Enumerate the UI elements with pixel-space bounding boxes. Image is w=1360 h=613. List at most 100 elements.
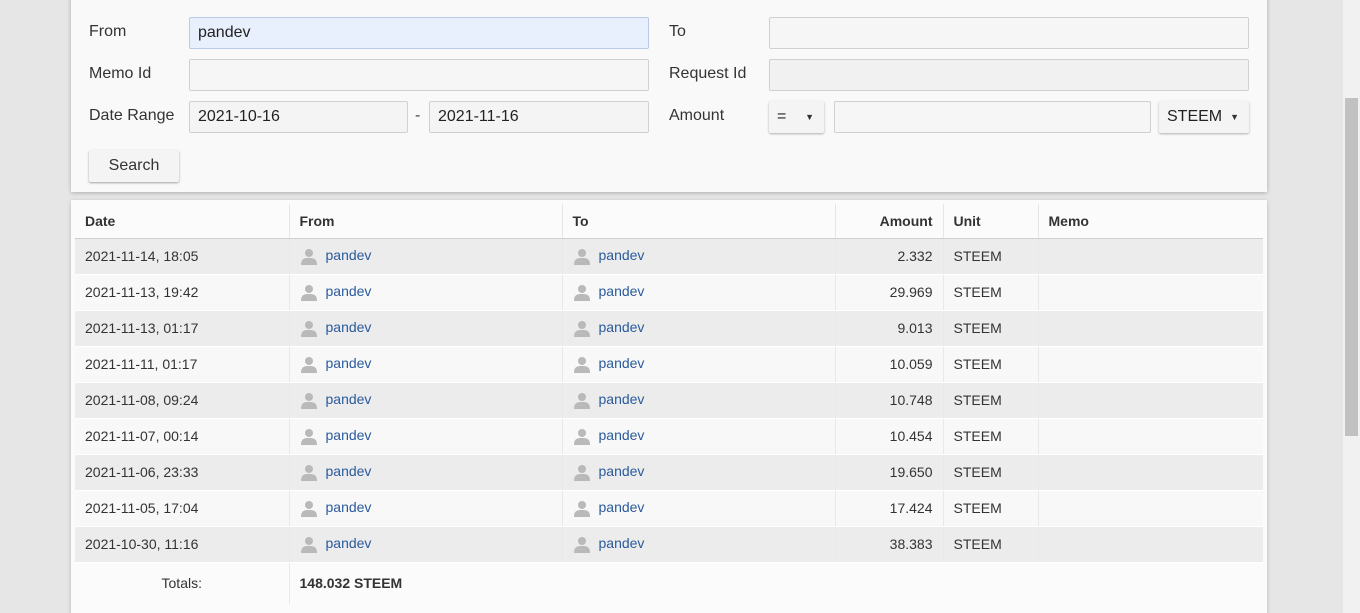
search-button[interactable]: Search xyxy=(89,150,179,182)
amount-operator-select[interactable]: = ▼ xyxy=(769,101,824,133)
row-from[interactable]: pandev xyxy=(289,238,563,275)
row-memo xyxy=(1038,490,1263,527)
user-icon xyxy=(573,500,590,517)
scrollbar-thumb[interactable] xyxy=(1345,98,1358,436)
amount-operator-value: = xyxy=(777,108,787,125)
user-icon xyxy=(300,428,317,445)
table-body: 2021-11-14, 18:05 pandev pandev 2.332 ST… xyxy=(75,238,1263,604)
row-to[interactable]: pandev xyxy=(562,382,836,419)
user-icon xyxy=(573,356,590,373)
date-from-input[interactable]: 2021-10-16 xyxy=(189,101,408,133)
search-form-card: From pandev To Memo Id Request Id Date R… xyxy=(71,0,1267,192)
amount-unit-select[interactable]: STEEM ▼ xyxy=(1159,101,1249,133)
to-user-link[interactable]: pandev xyxy=(599,355,645,371)
from-user-link[interactable]: pandev xyxy=(326,355,372,371)
header-amount[interactable]: Amount xyxy=(835,204,944,239)
to-user-link[interactable]: pandev xyxy=(599,463,645,479)
row-from[interactable]: pandev xyxy=(289,418,563,455)
from-user-link[interactable]: pandev xyxy=(326,283,372,299)
totals-row: Totals: 148.032 STEEM xyxy=(75,561,1263,604)
from-user-link[interactable]: pandev xyxy=(326,535,372,551)
caret-down-icon: ▼ xyxy=(805,112,814,122)
row-to[interactable]: pandev xyxy=(562,310,836,347)
row-amount: 19.650 xyxy=(835,454,944,491)
header-unit[interactable]: Unit xyxy=(943,204,1039,239)
row-memo xyxy=(1038,526,1263,563)
to-user-link[interactable]: pandev xyxy=(599,283,645,299)
from-user-link[interactable]: pandev xyxy=(326,391,372,407)
user-icon xyxy=(300,536,317,553)
date-to-input[interactable]: 2021-11-16 xyxy=(429,101,649,133)
amount-label: Amount xyxy=(669,107,725,124)
table-row: 2021-11-14, 18:05 pandev pandev 2.332 ST… xyxy=(75,238,1263,275)
to-input[interactable] xyxy=(769,17,1249,49)
header-memo[interactable]: Memo xyxy=(1038,204,1263,239)
user-icon xyxy=(573,284,590,301)
from-label: From xyxy=(89,23,127,40)
user-icon xyxy=(573,248,590,265)
row-from[interactable]: pandev xyxy=(289,490,563,527)
row-to[interactable]: pandev xyxy=(562,418,836,455)
from-user-link[interactable]: pandev xyxy=(326,499,372,515)
row-unit: STEEM xyxy=(943,346,1039,383)
user-icon xyxy=(300,392,317,409)
table-row: 2021-10-30, 11:16 pandev pandev 38.383 S… xyxy=(75,526,1263,563)
user-icon xyxy=(573,320,590,337)
row-amount: 10.454 xyxy=(835,418,944,455)
to-user-link[interactable]: pandev xyxy=(599,427,645,443)
table-row: 2021-11-06, 23:33 pandev pandev 19.650 S… xyxy=(75,454,1263,491)
user-icon xyxy=(573,392,590,409)
transfers-table: Date From To Amount Unit Memo 2021-11-14… xyxy=(75,204,1263,604)
user-icon xyxy=(573,464,590,481)
from-user-link[interactable]: pandev xyxy=(326,463,372,479)
memo-id-input[interactable] xyxy=(189,59,649,91)
caret-down-icon: ▼ xyxy=(1230,112,1239,122)
row-to[interactable]: pandev xyxy=(562,526,836,563)
row-from[interactable]: pandev xyxy=(289,346,563,383)
to-user-link[interactable]: pandev xyxy=(599,391,645,407)
row-amount: 10.059 xyxy=(835,346,944,383)
row-memo xyxy=(1038,238,1263,275)
row-unit: STEEM xyxy=(943,310,1039,347)
date-range-separator: - xyxy=(415,107,421,124)
request-id-label: Request Id xyxy=(669,65,747,82)
row-from[interactable]: pandev xyxy=(289,310,563,347)
memo-id-label: Memo Id xyxy=(89,65,152,82)
row-to[interactable]: pandev xyxy=(562,490,836,527)
row-to[interactable]: pandev xyxy=(562,238,836,275)
page-scrollbar[interactable] xyxy=(1343,0,1360,613)
row-memo xyxy=(1038,310,1263,347)
row-memo xyxy=(1038,418,1263,455)
row-unit: STEEM xyxy=(943,274,1039,311)
row-to[interactable]: pandev xyxy=(562,346,836,383)
request-id-input[interactable] xyxy=(769,59,1249,91)
table-row: 2021-11-13, 19:42 pandev pandev 29.969 S… xyxy=(75,274,1263,311)
row-amount: 2.332 xyxy=(835,238,944,275)
row-to[interactable]: pandev xyxy=(562,274,836,311)
row-to[interactable]: pandev xyxy=(562,454,836,491)
header-from[interactable]: From xyxy=(289,204,563,239)
from-user-link[interactable]: pandev xyxy=(326,247,372,263)
row-from[interactable]: pandev xyxy=(289,454,563,491)
row-from[interactable]: pandev xyxy=(289,382,563,419)
row-from[interactable]: pandev xyxy=(289,274,563,311)
from-user-link[interactable]: pandev xyxy=(326,427,372,443)
to-user-link[interactable]: pandev xyxy=(599,247,645,263)
from-user-link[interactable]: pandev xyxy=(326,319,372,335)
row-amount: 38.383 xyxy=(835,526,944,563)
user-icon xyxy=(300,464,317,481)
from-input[interactable]: pandev xyxy=(189,17,649,49)
table-header-row: Date From To Amount Unit Memo xyxy=(75,204,1263,239)
row-from[interactable]: pandev xyxy=(289,526,563,563)
row-memo xyxy=(1038,382,1263,419)
amount-input[interactable] xyxy=(834,101,1151,133)
row-amount: 29.969 xyxy=(835,274,944,311)
row-amount: 9.013 xyxy=(835,310,944,347)
header-to[interactable]: To xyxy=(562,204,836,239)
to-user-link[interactable]: pandev xyxy=(599,535,645,551)
to-user-link[interactable]: pandev xyxy=(599,319,645,335)
to-user-link[interactable]: pandev xyxy=(599,499,645,515)
row-date: 2021-11-13, 19:42 xyxy=(75,274,290,311)
row-date: 2021-11-05, 17:04 xyxy=(75,490,290,527)
header-date[interactable]: Date xyxy=(75,204,290,239)
